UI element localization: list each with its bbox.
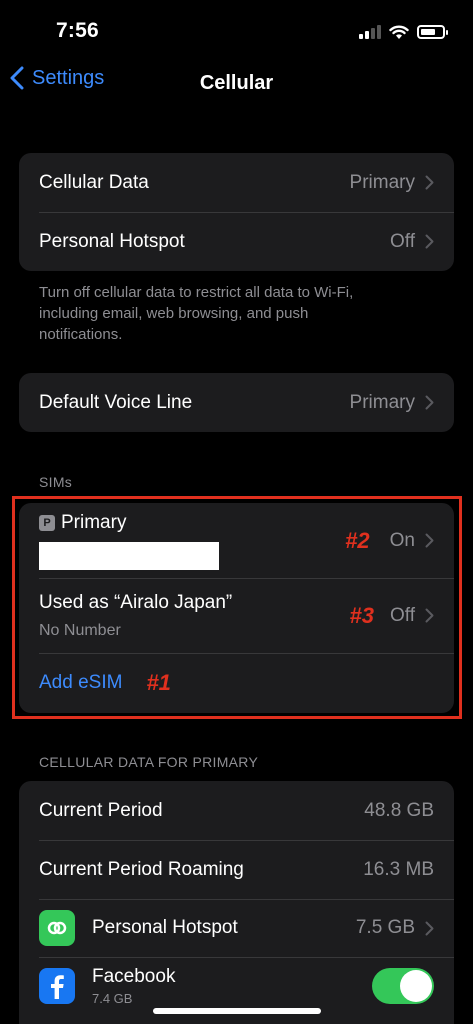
chevron-right-icon	[425, 395, 434, 410]
app-label: Personal Hotspot	[92, 917, 238, 938]
annotation-marker-1: #1	[146, 670, 171, 695]
row-value: 16.3 MB	[363, 858, 434, 880]
row-value: Primary	[349, 171, 415, 193]
current-period-row: Current Period 48.8 GB	[19, 781, 454, 840]
sim-info: Used as “Airalo Japan” No Number	[39, 592, 232, 640]
row-label: Default Voice Line	[39, 391, 193, 413]
sims-group: P Primary #2 On Used as “Airalo Japan” N…	[19, 503, 454, 713]
status-icons	[359, 22, 448, 42]
battery-icon	[417, 25, 448, 39]
annotation-marker-3: #3	[349, 602, 374, 628]
row-value: Off	[390, 230, 415, 252]
row-label: Current Period	[39, 799, 163, 821]
row-label: Cellular Data	[39, 171, 149, 193]
default-voice-line-row[interactable]: Default Voice Line Primary	[19, 373, 454, 432]
sim-label: Primary	[61, 511, 127, 533]
app-usage-value: 7.4 GB	[92, 991, 133, 1006]
sim-title-line: P Primary	[39, 512, 219, 534]
app-row-facebook: Facebook 7.4 GB	[19, 957, 454, 1015]
app-usage-value: 7.5 GB	[355, 917, 415, 938]
cellular-data-group: Cellular Data Primary Personal Hotspot O…	[19, 153, 454, 271]
cellular-signal-icon	[359, 25, 381, 39]
page-title: Cellular	[199, 72, 274, 94]
sim-info: P Primary	[39, 512, 219, 570]
facebook-icon	[39, 968, 75, 1004]
row-value: 48.8 GB	[364, 799, 434, 821]
chevron-right-icon	[425, 921, 434, 935]
secondary-sim-row[interactable]: Used as “Airalo Japan” No Number #3 Off	[19, 578, 454, 653]
add-esim-row[interactable]: Add eSIM #1	[19, 653, 454, 713]
usage-group: Current Period 48.8 GB Current Period Ro…	[19, 781, 454, 1024]
redacted-phone-number	[39, 541, 219, 570]
sims-section-header: SIMs	[39, 474, 73, 490]
toggle-knob	[400, 970, 432, 1002]
app-text: Facebook 7.4 GB	[92, 966, 175, 1006]
status-bar: 7:56	[0, 0, 473, 60]
chevron-right-icon	[425, 234, 434, 249]
chevron-right-icon	[425, 533, 434, 548]
row-label: Personal Hotspot	[39, 230, 185, 252]
annotation-marker-2: #2	[345, 527, 370, 553]
sim-label: Used as “Airalo Japan”	[39, 591, 233, 613]
home-indicator	[153, 1008, 321, 1014]
primary-sim-badge-icon: P	[39, 514, 55, 531]
cellular-settings-screen: 7:56 Settings Cellular Cellular Data Pri…	[0, 0, 473, 1024]
sim-status-value: On	[389, 529, 415, 551]
status-time: 7:56	[56, 19, 99, 42]
chevron-right-icon	[425, 608, 434, 623]
hotspot-icon	[39, 910, 75, 946]
chevron-right-icon	[425, 175, 434, 190]
add-esim-button[interactable]: Add eSIM	[39, 672, 122, 694]
facebook-cellular-toggle[interactable]	[372, 968, 434, 1004]
row-value: Primary	[349, 391, 415, 413]
wifi-icon	[389, 25, 409, 39]
usage-section-header: CELLULAR DATA FOR PRIMARY	[39, 754, 259, 770]
sim-status-value: Off	[390, 604, 415, 626]
cellular-data-row[interactable]: Cellular Data Primary	[19, 153, 454, 212]
voice-line-group: Default Voice Line Primary	[19, 373, 454, 432]
personal-hotspot-row[interactable]: Personal Hotspot Off	[19, 212, 454, 271]
current-period-roaming-row: Current Period Roaming 16.3 MB	[19, 840, 454, 899]
primary-sim-row[interactable]: P Primary #2 On	[19, 503, 454, 578]
app-row-personal-hotspot[interactable]: Personal Hotspot 7.5 GB	[19, 899, 454, 957]
navigation-bar: Settings Cellular	[0, 60, 473, 108]
row-label: Current Period Roaming	[39, 858, 244, 880]
sim-number: No Number	[39, 621, 121, 639]
cellular-data-footer-note: Turn off cellular data to restrict all d…	[39, 284, 354, 343]
app-label: Facebook	[92, 966, 176, 987]
